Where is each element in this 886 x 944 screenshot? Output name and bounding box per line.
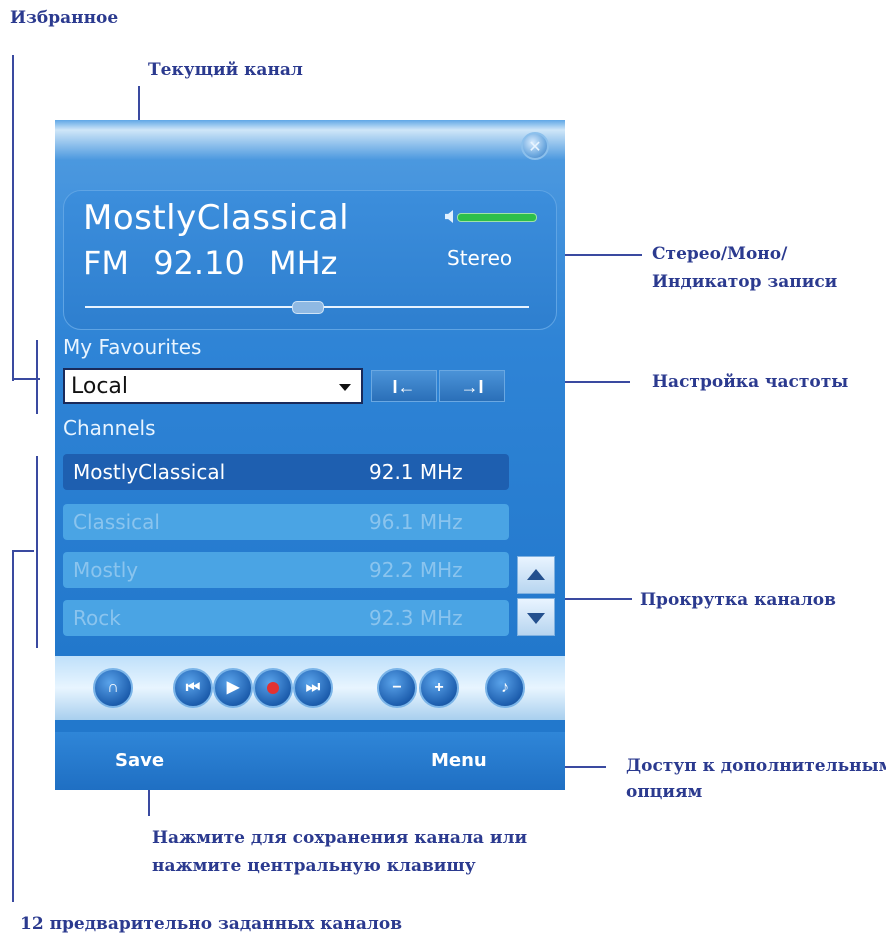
- play-icon[interactable]: ▶: [213, 668, 253, 708]
- favourites-value: Local: [71, 374, 129, 399]
- volume-up-icon[interactable]: +: [419, 668, 459, 708]
- audio-mode-indicator: Stereo: [447, 246, 513, 270]
- seek-forward-icon: →I: [460, 377, 484, 397]
- channel-row[interactable]: Classical 96.1 MHz: [63, 504, 509, 540]
- arrow-up-icon: [527, 569, 545, 580]
- channel-row[interactable]: Mostly 92.2 MHz: [63, 552, 509, 588]
- callout-more-options-2: опциям: [626, 782, 703, 802]
- seek-forward-button[interactable]: →I: [439, 370, 505, 402]
- channel-frequency: 92.3 MHz: [369, 606, 463, 630]
- channel-name: Classical: [73, 510, 160, 534]
- callout-stereo-mono: Стерео/Моно/: [652, 244, 788, 264]
- callout-more-options: Доступ к дополнительным: [626, 756, 886, 776]
- seek-back-button[interactable]: I←: [371, 370, 437, 402]
- channel-frequency: 92.2 MHz: [369, 558, 463, 582]
- favourites-label: My Favourites: [63, 335, 202, 359]
- scroll-down-button[interactable]: [517, 598, 555, 636]
- callout-save-hint-2: нажмите центральную клавишу: [152, 856, 476, 876]
- menu-softkey[interactable]: Menu: [431, 750, 487, 771]
- save-softkey[interactable]: Save: [115, 750, 164, 771]
- channels-label: Channels: [63, 416, 156, 440]
- channel-name: MostlyClassical: [73, 460, 226, 484]
- favorites-range-line: [36, 340, 38, 414]
- radio-screen: ✕ MostlyClassical FM 92.10 MHz Stereo My…: [55, 120, 565, 790]
- arrow-down-icon: [527, 613, 545, 624]
- signal-level-bar: [457, 213, 537, 222]
- favourites-dropdown[interactable]: Local: [63, 368, 363, 404]
- favorites-bracket-line: [12, 55, 14, 381]
- channel-name: Rock: [73, 606, 121, 630]
- next-icon[interactable]: ⏭: [293, 668, 333, 708]
- current-station-name: MostlyClassical: [83, 198, 350, 238]
- current-frequency: FM 92.10 MHz: [83, 244, 338, 282]
- save-line: [148, 790, 150, 816]
- record-dot: [267, 681, 279, 694]
- headphones-icon[interactable]: ∩: [93, 668, 133, 708]
- callout-favorites: Избранное: [10, 8, 119, 28]
- presets-bracket-line: [12, 550, 14, 902]
- tuning-slider-thumb[interactable]: [292, 301, 324, 314]
- chevron-down-icon: [339, 384, 351, 391]
- presets-range-line: [36, 456, 38, 648]
- record-icon[interactable]: [253, 668, 293, 708]
- channel-frequency: 96.1 MHz: [369, 510, 463, 534]
- callout-presets: 12 предварительно заданных каналов: [20, 914, 403, 934]
- scroll-up-button[interactable]: [517, 556, 555, 594]
- volume-down-icon[interactable]: −: [377, 668, 417, 708]
- music-note-icon[interactable]: ♪: [485, 668, 525, 708]
- channel-row[interactable]: Rock 92.3 MHz: [63, 600, 509, 636]
- presets-bracket-tick: [12, 550, 34, 552]
- channel-frequency: 92.1 MHz: [369, 460, 463, 484]
- callout-record-indicator: Индикатор записи: [652, 272, 838, 292]
- callout-save-hint: Нажмите для сохранения канала или: [152, 828, 528, 848]
- callout-tuning: Настройка частоты: [652, 372, 849, 392]
- channel-name: Mostly: [73, 558, 139, 582]
- callout-current-channel: Текущий канал: [148, 60, 303, 80]
- previous-icon[interactable]: ⏮: [173, 668, 213, 708]
- scroll-line: [558, 598, 632, 600]
- close-icon[interactable]: ✕: [521, 132, 549, 160]
- seek-back-icon: I←: [392, 377, 416, 397]
- channel-row[interactable]: MostlyClassical 92.1 MHz: [63, 454, 509, 490]
- callout-scroll-channels: Прокрутка каналов: [640, 590, 836, 610]
